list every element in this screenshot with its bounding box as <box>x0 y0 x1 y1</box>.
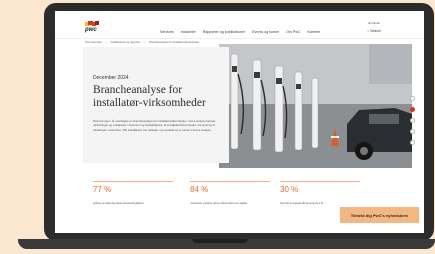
stat-block: 77 % oplever et stigende fokus på bæredy… <box>93 181 183 205</box>
search-button[interactable]: ⌕ Search <box>367 29 381 33</box>
browser-viewport: pwc Services Industrier Rapporter og pub… <box>55 11 424 233</box>
stat-value: 30 % <box>280 185 299 194</box>
section-dot[interactable] <box>410 96 415 101</box>
nav-item-services[interactable]: Services <box>160 30 174 34</box>
section-dot[interactable] <box>410 129 415 134</box>
laptop-notch <box>192 239 248 243</box>
stat-description: oplever et stigende fokus på bæredygtigh… <box>93 202 144 205</box>
page-title: Brancheanalyse for installatør-virksomhe… <box>93 84 206 109</box>
stat-rule <box>93 181 173 182</box>
language-selector[interactable]: ⊕ Dansk <box>368 21 380 25</box>
stat-description: i branchen vurderer deres virksomhed som… <box>190 202 247 205</box>
site-header: pwc Services Industrier Rapporter og pub… <box>55 11 424 37</box>
breadcrumb-item[interactable]: Publikationer og rapporter <box>111 41 141 44</box>
ev-charger-photo <box>219 44 412 168</box>
nav-item-om-pwc[interactable]: Om PwC <box>286 30 300 34</box>
pwc-logo-mark <box>85 21 99 26</box>
stat-value: 84 % <box>190 185 209 194</box>
section-dot[interactable] <box>410 140 415 145</box>
search-icon: ⌕ <box>367 29 370 33</box>
pwc-logo[interactable]: pwc <box>85 27 97 33</box>
main-nav: Services Industrier Rapporter og publika… <box>160 30 320 34</box>
stat-value: 77 % <box>93 185 112 194</box>
publication-date: December 2024 <box>93 75 129 81</box>
nav-item-karriere[interactable]: Karriere <box>307 30 320 34</box>
stat-rule <box>190 181 270 182</box>
breadcrumb-item: Brancheanalyse for installatørvirksomhed… <box>149 41 200 44</box>
breadcrumb-item[interactable]: PwC Danmark <box>85 41 102 44</box>
stat-rule <box>280 181 360 182</box>
hero-lede: PwC har igen i år udarbejdet en branchea… <box>93 119 216 132</box>
stat-block: 84 % i branchen vurderer deres virksomhe… <box>190 181 280 205</box>
newsletter-signup-button[interactable]: Tilmeld dig PwC's nyhedsbrev <box>340 207 419 223</box>
nav-item-industrier[interactable]: Industrier <box>181 30 196 34</box>
header-divider <box>55 38 424 39</box>
nav-item-events[interactable]: Events og kurser <box>252 30 279 34</box>
section-dot[interactable] <box>410 118 415 123</box>
breadcrumb: PwC Danmark › Publikationer og rapporter ›… <box>85 41 200 44</box>
hero-image-ev-chargers <box>219 44 412 168</box>
stat-description: har hørt et spørgsmål de seneste 2 år <box>280 202 324 205</box>
nav-item-rapporter[interactable]: Rapporter og publikationer <box>203 30 245 34</box>
section-dot-active[interactable] <box>410 107 415 112</box>
stat-block: 30 % har hørt et spørgsmål de seneste 2 … <box>280 181 370 205</box>
section-nav-dots <box>410 96 415 145</box>
